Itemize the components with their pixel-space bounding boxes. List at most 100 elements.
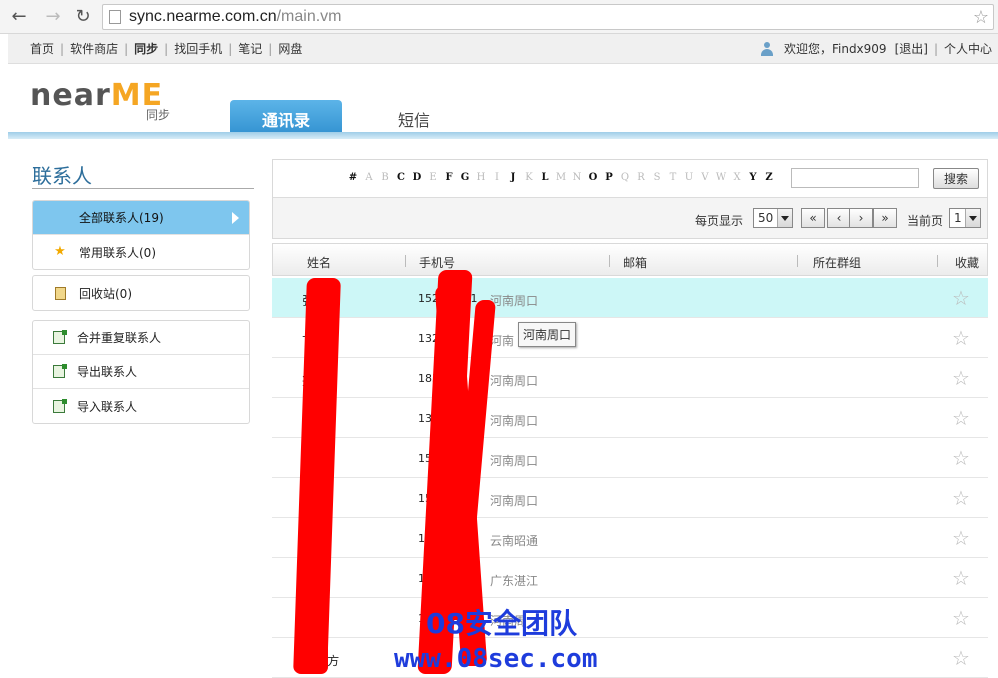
col-name[interactable]: 姓名: [307, 254, 331, 271]
col-group[interactable]: 所在群组: [813, 254, 861, 271]
alphabet-letter[interactable]: P: [601, 172, 617, 183]
alphabet-letter[interactable]: Z: [761, 172, 777, 183]
favorite-star-icon[interactable]: ☆: [952, 486, 970, 510]
sidebar-item-favorite-contacts[interactable]: ★ 常用联系人(0): [33, 235, 249, 269]
welcome-text: 欢迎您，Findx909: [783, 42, 887, 56]
alphabet-letter[interactable]: B: [377, 172, 393, 183]
sidebar-item-label: 合并重复联系人: [77, 331, 162, 345]
top-nav: 首页 | 软件商店 | 同步 | 找回手机 | 笔记 | 网盘: [30, 40, 302, 57]
table-row[interactable]: 15 3 2河南周口☆: [272, 478, 988, 518]
top-nav-link[interactable]: 首页: [30, 40, 54, 57]
bookmark-star-icon[interactable]: ☆: [973, 7, 989, 28]
alphabet-letter[interactable]: K: [521, 172, 537, 183]
top-separator: |: [228, 41, 233, 56]
current-page-select[interactable]: 1: [949, 208, 981, 228]
sidebar-group-tools: 合并重复联系人 导出联系人 导入联系人: [32, 320, 250, 424]
table-row[interactable]: 158 3 47河南周☆: [272, 598, 988, 638]
favorite-star-icon[interactable]: ☆: [952, 366, 970, 390]
top-nav-link[interactable]: 同步: [134, 40, 158, 57]
sidebar-item-label: 常用联系人(0): [79, 245, 156, 260]
top-nav-link[interactable]: 软件商店: [70, 40, 118, 57]
prev-page-button[interactable]: ‹: [827, 208, 851, 228]
col-favorite[interactable]: 收藏: [955, 254, 979, 271]
alphabet-letter[interactable]: F: [441, 172, 457, 183]
forward-arrow-icon[interactable]: →: [40, 3, 66, 29]
person-icon: [53, 211, 67, 225]
alphabet-letter[interactable]: L: [537, 172, 553, 183]
first-page-button[interactable]: «: [801, 208, 825, 228]
alphabet-letter[interactable]: I: [489, 172, 505, 183]
page-icon: [109, 10, 121, 24]
alphabet-letter[interactable]: #: [345, 172, 361, 183]
alphabet-letter[interactable]: R: [633, 172, 649, 183]
nearme-logo[interactable]: nearME: [30, 78, 163, 113]
alphabet-letter[interactable]: A: [361, 172, 377, 183]
top-nav-link[interactable]: 网盘: [278, 40, 302, 57]
trash-icon: [55, 286, 66, 300]
favorite-star-icon[interactable]: ☆: [952, 286, 970, 310]
favorite-star-icon[interactable]: ☆: [952, 446, 970, 470]
col-phone[interactable]: 手机号: [419, 254, 455, 271]
search-button[interactable]: 搜索: [933, 168, 979, 189]
top-nav-link[interactable]: 找回手机: [174, 40, 222, 57]
page-header: nearME 同步 通讯录 短信: [8, 64, 998, 140]
alphabet-letter[interactable]: G: [457, 172, 473, 183]
sidebar-item-recycle-bin[interactable]: 回收站(0): [33, 276, 249, 310]
table-row[interactable]: 强1 8 0云南昭通☆: [272, 518, 988, 558]
per-page-label: 每页显示: [695, 214, 744, 228]
table-row[interactable]: 15 0 2河南周口☆: [272, 438, 988, 478]
favorite-star-icon[interactable]: ☆: [952, 566, 970, 590]
sidebar-item-label: 回收站(0): [79, 286, 132, 301]
alphabet-letter[interactable]: T: [665, 172, 681, 183]
top-nav-link[interactable]: 笔记: [238, 40, 262, 57]
alphabet-letter[interactable]: O: [585, 172, 601, 183]
alphabet-letter[interactable]: H: [473, 172, 489, 183]
favorite-star-icon[interactable]: ☆: [952, 646, 970, 670]
alphabet-letter[interactable]: D: [409, 172, 425, 183]
url-host: sync.nearme.com.cn: [129, 8, 277, 25]
favorite-star-icon[interactable]: ☆: [952, 526, 970, 550]
alphabet-letter[interactable]: Q: [617, 172, 633, 183]
table-row[interactable]: O 官方400 8☆: [272, 638, 988, 678]
alphabet-letter[interactable]: W: [713, 172, 729, 183]
alphabet-letter[interactable]: C: [393, 172, 409, 183]
alphabet-letter[interactable]: M: [553, 172, 569, 183]
address-bar[interactable]: sync.nearme.com.cn/main.vm ☆: [102, 4, 994, 30]
sidebar-item-import-contacts[interactable]: 导入联系人: [33, 389, 249, 423]
alphabet-letter[interactable]: X: [729, 172, 745, 183]
col-email[interactable]: 邮箱: [623, 254, 647, 271]
favorite-star-icon[interactable]: ☆: [952, 326, 970, 350]
favorite-star-icon[interactable]: ☆: [952, 406, 970, 430]
alphabet-letter[interactable]: J: [505, 172, 521, 183]
table-row[interactable]: 丁132 3 3河南☆: [272, 318, 988, 358]
alphabet-letter[interactable]: Y: [745, 172, 761, 183]
user-box: 欢迎您，Findx909 [退出] | 个人中心: [760, 40, 992, 57]
header-divider: [8, 132, 998, 139]
user-center-link[interactable]: 个人中心: [944, 40, 992, 57]
sidebar-item-all-contacts[interactable]: 全部联系人(19): [33, 201, 249, 235]
alphabet-letter[interactable]: U: [681, 172, 697, 183]
import-icon: [53, 398, 67, 413]
alphabet-letter[interactable]: E: [425, 172, 441, 183]
logout-link[interactable]: [退出]: [895, 40, 928, 57]
next-page-button[interactable]: ›: [849, 208, 873, 228]
sidebar-item-export-contacts[interactable]: 导出联系人: [33, 355, 249, 389]
reload-icon[interactable]: ↻: [70, 3, 96, 29]
tooltip: 河南周口: [518, 322, 577, 347]
last-page-button[interactable]: »: [873, 208, 897, 228]
col-separator: [937, 255, 938, 267]
sidebar-item-merge-duplicates[interactable]: 合并重复联系人: [33, 321, 249, 355]
table-row[interactable]: 张威152 9 8 51河南周口☆: [272, 278, 988, 318]
redaction-scribble: [314, 300, 328, 674]
per-page-select[interactable]: 50: [753, 208, 793, 228]
favorite-star-icon[interactable]: ☆: [952, 606, 970, 630]
table-row[interactable]: 兴晴183 7河南周口☆: [272, 358, 988, 398]
table-row[interactable]: 雷17 94 5广东湛江☆: [272, 558, 988, 598]
back-arrow-icon[interactable]: ←: [6, 3, 32, 29]
alphabet-letter[interactable]: N: [569, 172, 585, 183]
table-row[interactable]: 吕龙135 3 2河南周口☆: [272, 398, 988, 438]
sidebar-group-contacts: 全部联系人(19) ★ 常用联系人(0): [32, 200, 250, 270]
alphabet-letter[interactable]: V: [697, 172, 713, 183]
alphabet-letter[interactable]: S: [649, 172, 665, 183]
search-input[interactable]: [791, 168, 919, 188]
